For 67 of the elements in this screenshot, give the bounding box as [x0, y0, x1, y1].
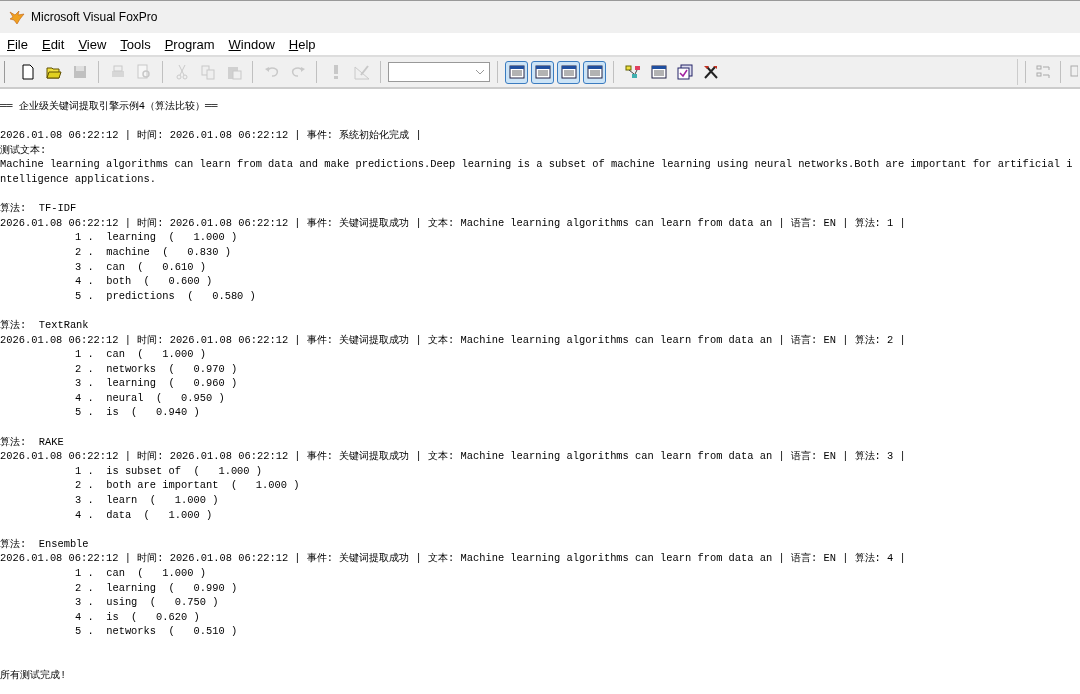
toolbar-button[interactable] — [583, 60, 606, 84]
keyword-line: 5 . networks ( 0.510 ) — [75, 624, 238, 639]
algorithm-label: 算法: Ensemble — [0, 536, 89, 552]
toolbar-button[interactable] — [557, 60, 580, 84]
window-title: Microsoft Visual FoxPro — [31, 10, 158, 24]
keyword-line: 3 . can ( 0.610 ) — [75, 259, 206, 275]
menu-item[interactable]: Tools — [120, 36, 151, 52]
document-icon — [19, 64, 36, 80]
keyword-line: 5 . predictions ( 0.580 ) — [75, 288, 256, 304]
clipboard-icon — [225, 64, 242, 80]
window-icon — [676, 64, 693, 80]
keyword-line: 5 . is ( 0.940 ) — [75, 405, 200, 421]
toolbar-button[interactable] — [531, 60, 554, 84]
pencil-ruler-icon — [353, 64, 370, 80]
redo-icon — [289, 64, 306, 80]
algorithm-label: 算法: TextRank — [0, 317, 89, 333]
window-icon — [508, 64, 525, 80]
keyword-line: 4 . is ( 0.620 ) — [75, 609, 200, 625]
save-icon — [71, 64, 88, 80]
menu-item[interactable]: Window — [228, 36, 275, 52]
keyword-line: 3 . using ( 0.750 ) — [75, 595, 219, 610]
log-line: 2026.01.08 06:22:12 | 时间: 2026.01.08 06:22:12 | 事件: 关键词提取成功 | 文本: Machine learning algorithms can learn from data an | 语言: EN | 算法: 4 | — [0, 551, 906, 566]
output-heading: ══ 企业级关键词提取引擎示例4（算法比较）══ — [0, 99, 218, 114]
scissors-icon — [173, 64, 190, 80]
keyword-line: 1 . can ( 1.000 ) — [75, 347, 206, 362]
menu-item[interactable]: Program — [164, 36, 215, 52]
keyword-line: 2 . networks ( 0.970 ) — [75, 361, 238, 377]
window-icon — [650, 64, 667, 80]
keyword-line: 1 . can ( 1.000 ) — [75, 566, 206, 581]
keyword-line: 2 . learning ( 0.990 ) — [75, 580, 238, 596]
keyword-line: 1 . is subset of ( 1.000 ) — [75, 463, 263, 479]
keyword-line: 4 . neural ( 0.950 ) — [75, 390, 225, 406]
menu-item[interactable]: Help — [288, 36, 316, 52]
window-icon — [586, 64, 603, 80]
toolbar-button[interactable] — [505, 60, 528, 84]
keyword-line: 3 . learning ( 0.960 ) — [75, 376, 238, 391]
menu-item[interactable]: View — [78, 36, 107, 52]
keyword-line: 1 . learning ( 1.000 ) — [75, 230, 238, 245]
window-icon — [560, 64, 577, 80]
log-line: 2026.01.08 06:22:12 | 时间: 2026.01.08 06:22:12 | 事件: 关键词提取成功 | 文本: Machine learning algorithms can learn from data an | 语言: EN | 算法: 1 | — [0, 215, 906, 231]
output-label: 测试文本: — [0, 142, 47, 158]
layout-icon[interactable] — [1035, 64, 1051, 80]
keyword-line: 4 . data ( 1.000 ) — [75, 507, 213, 523]
copy-icon — [199, 64, 216, 80]
log-line: 2026.01.08 06:22:12 | 时间: 2026.01.08 06:22:12 | 事件: 关键词提取成功 | 文本: Machine learning algorithms can learn from data an | 语言: EN | 算法: 3 | — [0, 449, 906, 464]
fox-logo-icon — [9, 9, 25, 25]
diagram-icon — [624, 64, 641, 80]
log-line: 2026.01.08 06:22:12 | 时间: 2026.01.08 06:22:12 | 事件: 关键词提取成功 | 文本: Machine learning algorithms can learn from data an | 语言: EN | 算法: 2 | — [0, 332, 906, 348]
menu-item[interactable]: File — [7, 36, 28, 52]
keyword-line: 4 . both ( 0.600 ) — [75, 274, 213, 289]
keyword-line: 3 . learn ( 1.000 ) — [75, 493, 219, 508]
object-dropdown[interactable] — [388, 62, 490, 82]
test-text: Machine learning algorithms can learn from data and make predictions.Deep learning is a subset of machine learning using neural networks.Both are important for artificial intelligence applications. — [0, 157, 1074, 187]
completion-message: 所有测试完成! — [0, 668, 67, 683]
undo-icon — [263, 64, 280, 80]
caret-icon — [475, 69, 485, 75]
preview-icon — [135, 64, 152, 80]
log-line: 2026.01.08 06:22:12 | 时间: 2026.01.08 06:22:12 | 事件: 系统初始化完成 | — [0, 128, 422, 143]
printer-icon — [109, 64, 126, 80]
keyword-line: 2 . both are important ( 1.000 ) — [75, 478, 300, 494]
keyword-line: 2 . machine ( 0.830 ) — [75, 244, 231, 260]
menu-item[interactable]: Edit — [41, 36, 65, 52]
algorithm-label: 算法: RAKE — [0, 434, 64, 450]
window-icon — [534, 64, 551, 80]
algorithm-label: 算法: TF-IDF — [0, 201, 77, 216]
exclamation-icon — [332, 64, 339, 80]
folder-icon — [45, 64, 62, 80]
